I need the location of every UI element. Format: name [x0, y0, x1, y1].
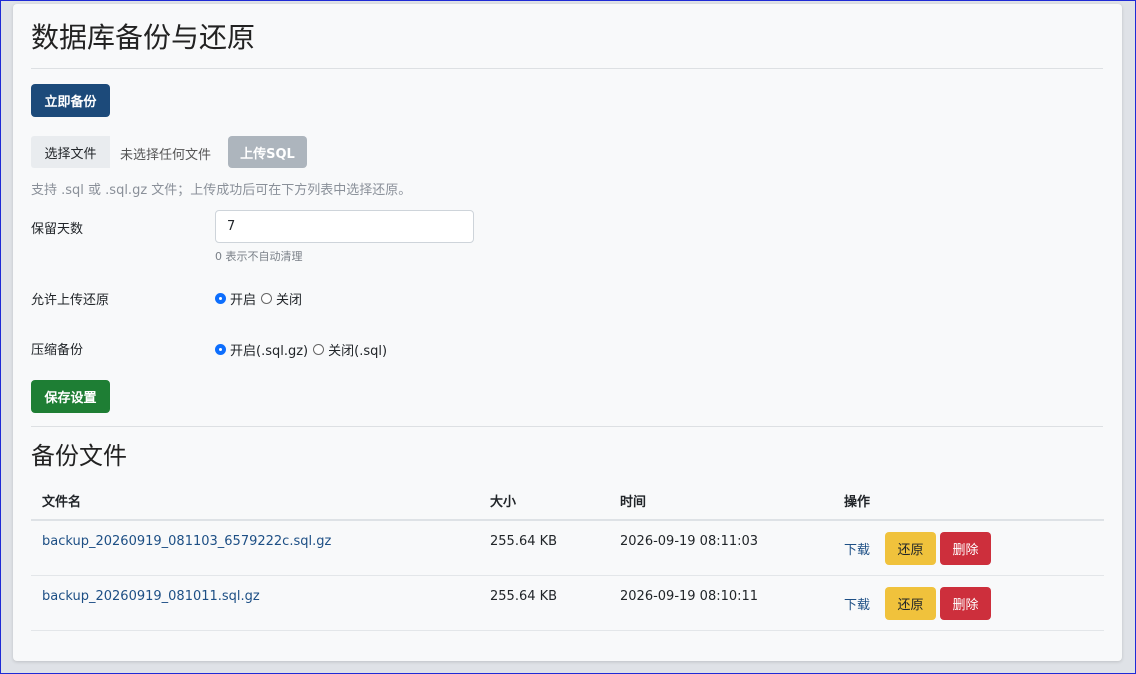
table-row: backup_20260919_081103_6579222c.sql.gz 2…: [31, 520, 1104, 576]
cell-size: 255.64 KB: [479, 575, 609, 631]
restore-button[interactable]: 还原: [885, 587, 937, 620]
allow-upload-on-option[interactable]: 开启: [215, 289, 256, 308]
allow-upload-off-option[interactable]: 关闭: [261, 289, 302, 308]
compress-on-radio[interactable]: [215, 344, 226, 355]
backup-file-link[interactable]: backup_20260919_081103_6579222c.sql.gz: [42, 521, 479, 549]
cell-filename: backup_20260919_081103_6579222c.sql.gz: [31, 520, 479, 576]
section-divider: [31, 426, 1103, 427]
upload-sql-button[interactable]: 上传SQL: [228, 136, 307, 168]
backups-title: 备份文件: [31, 442, 127, 470]
file-time: 2026-09-19 08:10:11: [620, 589, 759, 604]
delete-button[interactable]: 删除: [940, 587, 992, 620]
column-header-time: 时间: [609, 481, 833, 521]
download-link[interactable]: 下载: [844, 594, 870, 613]
allow-upload-off-label: 关闭: [276, 293, 303, 308]
backup-file-link[interactable]: backup_20260919_081011.sql.gz: [42, 576, 479, 604]
choose-file-button[interactable]: 选择文件: [31, 136, 110, 168]
download-link[interactable]: 下载: [844, 539, 870, 558]
title-divider: [31, 68, 1103, 69]
compress-off-option[interactable]: 关闭(.sql): [313, 340, 387, 359]
compress-on-option[interactable]: 开启(.sql.gz): [215, 340, 308, 359]
allow-upload-label: 允许上传还原: [31, 293, 110, 308]
cell-actions: 下载 还原 删除: [833, 575, 1104, 631]
upload-hint: 支持 .sql 或 .sql.gz 文件；上传成功后可在下方列表中选择还原。: [31, 183, 412, 198]
column-header-filename: 文件名: [31, 481, 479, 521]
save-settings-button[interactable]: 保存设置: [31, 380, 110, 413]
backups-table: 文件名 大小 时间 操作 backup_20260919_081103_6579…: [31, 481, 1104, 631]
table-header-row: 文件名 大小 时间 操作: [31, 481, 1104, 521]
table-row: backup_20260919_081011.sql.gz 255.64 KB …: [31, 575, 1104, 631]
file-time: 2026-09-19 08:11:03: [620, 534, 759, 549]
restore-button[interactable]: 还原: [885, 532, 937, 565]
file-size: 255.64 KB: [490, 534, 558, 549]
column-header-size: 大小: [479, 481, 609, 521]
column-header-actions: 操作: [833, 481, 1104, 521]
file-size: 255.64 KB: [490, 589, 558, 604]
retention-hint: 0 表示不自动清理: [215, 250, 303, 263]
cell-filename: backup_20260919_081011.sql.gz: [31, 575, 479, 631]
compress-label: 压缩备份: [31, 343, 84, 358]
retention-label: 保留天数: [31, 222, 84, 237]
cell-time: 2026-09-19 08:10:11: [609, 575, 833, 631]
compress-off-label: 关闭(.sql): [328, 344, 388, 359]
compress-on-label: 开启(.sql.gz): [230, 344, 309, 359]
compress-radio-group: 开启(.sql.gz) 关闭(.sql): [215, 340, 392, 359]
cell-size: 255.64 KB: [479, 520, 609, 576]
allow-upload-radio-group: 开启 关闭: [215, 289, 307, 308]
delete-button[interactable]: 删除: [940, 532, 992, 565]
backup-card: 数据库备份与还原 立即备份 选择文件 未选择任何文件 上传SQL 支持 .sql…: [13, 4, 1122, 661]
cell-time: 2026-09-19 08:11:03: [609, 520, 833, 576]
backup-now-button[interactable]: 立即备份: [31, 84, 110, 117]
page-title: 数据库备份与还原: [31, 21, 256, 54]
compress-off-radio[interactable]: [313, 344, 325, 355]
retention-days-input[interactable]: [215, 210, 474, 243]
allow-upload-on-radio[interactable]: [215, 293, 226, 304]
allow-upload-off-radio[interactable]: [261, 293, 273, 304]
cell-actions: 下载 还原 删除: [833, 520, 1104, 576]
file-status-text: 未选择任何文件: [120, 148, 212, 163]
allow-upload-on-label: 开启: [230, 293, 257, 308]
